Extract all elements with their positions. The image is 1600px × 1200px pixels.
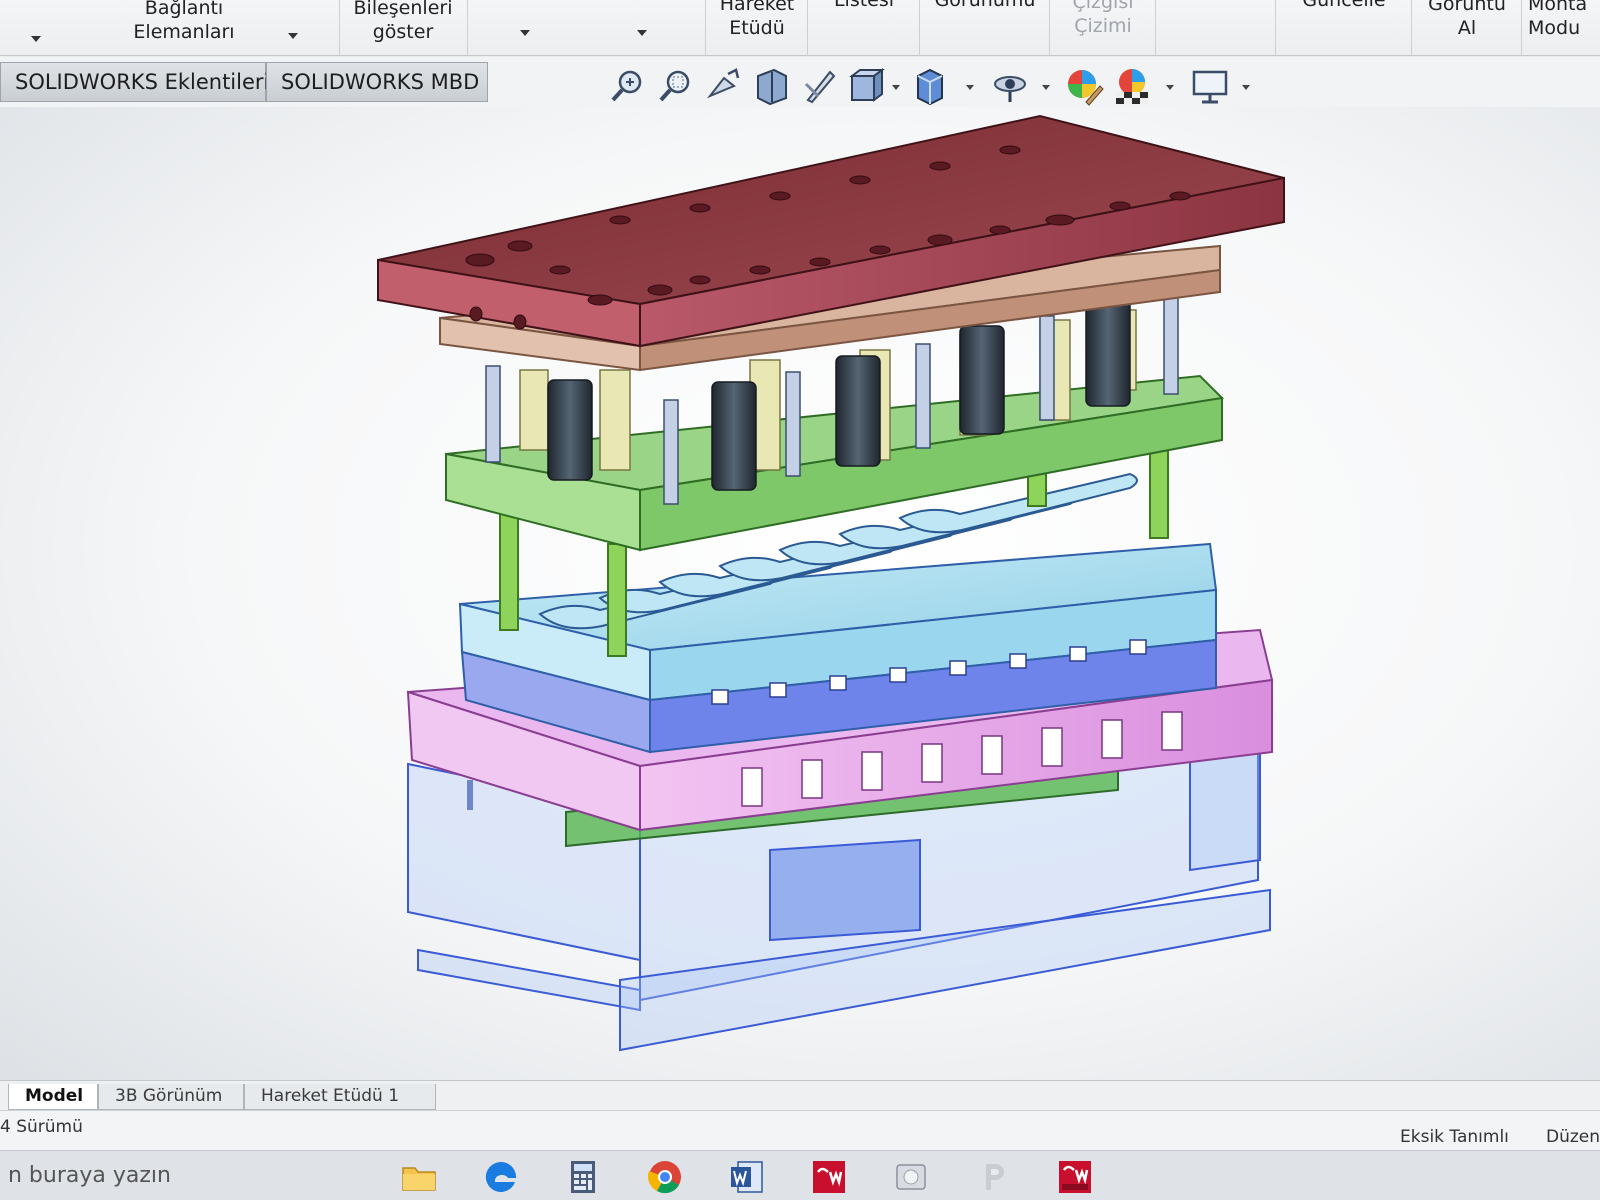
ribbon-group-empty bbox=[1156, 0, 1276, 56]
tab-motion-study-1[interactable]: Hareket Etüdü 1 bbox=[244, 1084, 436, 1110]
ribbon-group-misc bbox=[468, 0, 706, 56]
fasteners-button[interactable]: Bağlantı Elemanları bbox=[124, 0, 244, 44]
ribbon-group-explode-line: Çizgisi Çizimi bbox=[1050, 0, 1156, 56]
ribbon-group-fasteners: Bağlantı Elemanları bbox=[0, 0, 340, 56]
calculator-icon[interactable] bbox=[564, 1158, 602, 1196]
motion-study-label-line1: Hareket bbox=[719, 0, 795, 15]
update-button[interactable]: Güncelle bbox=[1276, 0, 1412, 12]
edit-state[interactable]: Düzen bbox=[1546, 1127, 1600, 1147]
show-components-label-line2: göster bbox=[372, 21, 434, 43]
chevron-down-icon[interactable] bbox=[966, 85, 974, 90]
explode-line-sketch-button[interactable]: Çizgisi Çizimi bbox=[1050, 0, 1156, 38]
assembly-mode-label-line2: Modu bbox=[1528, 17, 1581, 39]
graphics-area[interactable] bbox=[0, 107, 1600, 1083]
display-style-icon[interactable] bbox=[910, 66, 950, 106]
assembly-mode-label-line1: Monta bbox=[1528, 0, 1588, 15]
solidworks-2017-icon[interactable] bbox=[1056, 1158, 1094, 1196]
media-icon[interactable] bbox=[892, 1158, 930, 1196]
tab-3d-view[interactable]: 3B Görünüm bbox=[98, 1084, 244, 1110]
explode-line-label-line2: Çizimi bbox=[1074, 15, 1132, 37]
chevron-down-icon[interactable] bbox=[1242, 85, 1250, 90]
ribbon-group-assembly-mode: Monta Modu bbox=[1522, 0, 1600, 56]
previous-view-icon[interactable] bbox=[704, 66, 744, 106]
chevron-down-icon[interactable] bbox=[31, 36, 41, 42]
ribbon-group-exploded-view: Görünümü bbox=[920, 0, 1050, 56]
exploded-view-button[interactable]: Görünümü bbox=[920, 0, 1050, 12]
heads-up-view-toolbar bbox=[600, 66, 1280, 110]
chevron-down-icon[interactable] bbox=[288, 33, 298, 39]
motion-study-button[interactable]: Hareket Etüdü bbox=[706, 0, 808, 40]
snapshot-label-line2: Al bbox=[1457, 17, 1477, 39]
tab-solidworks-addins[interactable]: SOLIDWORKS Eklentileri bbox=[0, 62, 269, 102]
definition-state: Eksik Tanımlı bbox=[1400, 1127, 1509, 1147]
snapshot-label-line1: Görüntü bbox=[1428, 0, 1506, 15]
ribbon-group-motion-study: Hareket Etüdü bbox=[706, 0, 808, 56]
update-label-line1: Güncelle bbox=[1302, 0, 1386, 11]
chevron-down-icon[interactable] bbox=[892, 85, 900, 90]
section-view-icon[interactable] bbox=[752, 66, 792, 106]
taskbar-search-box[interactable]: n buraya yazın bbox=[0, 1159, 380, 1195]
show-components-label-line1: Bileşenleri bbox=[353, 0, 453, 19]
word-icon[interactable] bbox=[728, 1158, 766, 1196]
view-orientation-icon[interactable] bbox=[846, 66, 886, 106]
exploded-view-label-line1: Görünümü bbox=[934, 0, 1036, 11]
take-snapshot-button[interactable]: Görüntü Al bbox=[1412, 0, 1522, 40]
ribbon-group-update: Güncelle bbox=[1276, 0, 1412, 56]
edge-icon[interactable] bbox=[482, 1158, 520, 1196]
view-settings-icon[interactable] bbox=[1190, 66, 1230, 106]
chevron-down-icon[interactable] bbox=[637, 30, 647, 36]
chrome-icon[interactable] bbox=[646, 1158, 684, 1196]
tab-model[interactable]: Model bbox=[8, 1084, 98, 1110]
model-view-tabs: Model 3B Görünüm Hareket Etüdü 1 bbox=[0, 1080, 1600, 1110]
chevron-down-icon[interactable] bbox=[520, 30, 530, 36]
ribbon-group-bom: Listesi bbox=[808, 0, 920, 56]
status-bar: 4 Sürümü Eksik Tanımlı Düzen bbox=[0, 1110, 1600, 1150]
bill-of-materials-button[interactable]: Listesi bbox=[808, 0, 920, 12]
chevron-down-icon[interactable] bbox=[1166, 85, 1174, 90]
ribbon-group-snapshot: Görüntü Al bbox=[1412, 0, 1522, 56]
windows-taskbar: n buraya yazın bbox=[0, 1150, 1600, 1200]
zoom-to-area-icon[interactable] bbox=[656, 66, 696, 106]
edit-appearance-icon[interactable] bbox=[1064, 66, 1104, 106]
dynamic-annotation-icon[interactable] bbox=[800, 66, 840, 106]
ribbon-group-show-components: Bileşenleri göster bbox=[340, 0, 468, 56]
motion-study-label-line2: Etüdü bbox=[729, 17, 785, 39]
tab-solidworks-mbd[interactable]: SOLIDWORKS MBD bbox=[266, 62, 488, 102]
version-text: 4 Sürümü bbox=[0, 1117, 83, 1137]
show-components-button[interactable]: Bileşenleri göster bbox=[344, 0, 462, 44]
command-manager-ribbon: Bağlantı Elemanları Bileşenleri göster H… bbox=[0, 0, 1600, 56]
chevron-down-icon[interactable] bbox=[1042, 85, 1050, 90]
fasteners-label-line1: Bağlantı bbox=[144, 0, 224, 19]
zoom-to-fit-icon[interactable] bbox=[608, 66, 648, 106]
assembly-mode-button[interactable]: Monta Modu bbox=[1528, 0, 1600, 40]
fasteners-label-line2: Elemanları bbox=[133, 21, 235, 43]
solidworks-icon[interactable] bbox=[810, 1158, 848, 1196]
bom-label-line1: Listesi bbox=[833, 0, 895, 11]
explode-line-label-line1: Çizgisi bbox=[1072, 0, 1134, 13]
powerpoint-icon[interactable] bbox=[974, 1158, 1012, 1196]
file-explorer-icon[interactable] bbox=[400, 1158, 438, 1196]
apply-scene-icon[interactable] bbox=[1112, 66, 1152, 106]
mold-assembly-model[interactable] bbox=[0, 107, 1600, 1083]
hide-show-icon[interactable] bbox=[990, 66, 1030, 106]
